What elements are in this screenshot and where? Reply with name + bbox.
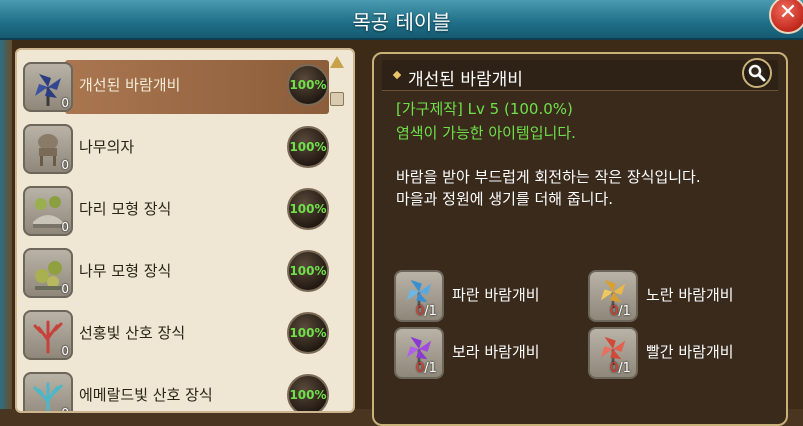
scrollbar-thumb[interactable] xyxy=(330,92,344,106)
craft-level: [가구제작] Lv 5 (100.0%) xyxy=(396,100,573,118)
emerald-coral-icon: 0 xyxy=(23,372,73,413)
variant-item[interactable]: 0/1 노란 바람개비 xyxy=(588,270,778,324)
pinwheel-icon: 0 xyxy=(23,62,73,112)
item-count: 0 xyxy=(61,220,69,234)
progress-badge: 100% xyxy=(287,188,329,230)
description-line: 바람을 받아 부드럽게 회전하는 작은 장식입니다. xyxy=(396,168,701,186)
progress-badge: 100% xyxy=(287,374,329,411)
required-count: /1 xyxy=(424,304,437,319)
item-name: 다리 모형 장식 xyxy=(79,200,172,218)
dye-notice: 염색이 가능한 아이템입니다. xyxy=(396,124,576,142)
item-count: 0 xyxy=(61,406,69,413)
list-item[interactable]: 0 선홍빛 산호 장식 100% xyxy=(23,306,329,362)
variant-name: 보라 바람개비 xyxy=(452,343,540,361)
item-detail-panel: 개선된 바람개비 [가구제작] Lv 5 (100.0%) 염색이 가능한 아이… xyxy=(372,52,788,426)
item-count: 0 xyxy=(61,282,69,296)
progress-badge: 100% xyxy=(287,126,329,168)
list-item[interactable]: 0 나무 모형 장식 100% xyxy=(23,244,329,300)
variant-item[interactable]: 0/1 파란 바람개비 xyxy=(394,270,584,324)
detail-header: 개선된 바람개비 xyxy=(382,58,778,91)
purple-pinwheel-icon: 0/1 xyxy=(394,327,444,379)
scroll-up-arrow-icon[interactable] xyxy=(330,56,344,68)
list-item[interactable]: 0 나무의자 100% xyxy=(23,120,329,176)
item-name: 나무 모형 장식 xyxy=(79,262,172,280)
variant-item[interactable]: 0/1 빨간 바람개비 xyxy=(588,327,778,381)
item-name: 에메랄드빛 산호 장식 xyxy=(79,386,213,404)
window-title-bar: 목공 테이블 xyxy=(0,0,803,40)
required-count: /1 xyxy=(424,361,437,376)
recipe-list[interactable]: 0 개선된 바람개비 100% 0 나무의자 100% 0 다리 모형 장식 1… xyxy=(15,48,355,413)
bridge-model-icon: 0 xyxy=(23,186,73,236)
close-button[interactable]: ✕ xyxy=(769,0,803,34)
variant-name: 빨간 바람개비 xyxy=(646,343,734,361)
variant-name: 노란 바람개비 xyxy=(646,286,734,304)
item-description: 바람을 받아 부드럽게 회전하는 작은 장식입니다. 마을과 정원에 생기를 더… xyxy=(396,166,701,210)
required-count: /1 xyxy=(618,361,631,376)
blue-pinwheel-icon: 0/1 xyxy=(394,270,444,322)
detail-title: 개선된 바람개비 xyxy=(408,70,523,90)
progress-badge: 100% xyxy=(287,250,329,292)
item-name: 나무의자 xyxy=(79,138,135,156)
item-name: 선홍빛 산호 장식 xyxy=(79,324,186,342)
chair-icon: 0 xyxy=(23,124,73,174)
progress-badge: 100% xyxy=(287,64,329,106)
magnifier-button[interactable] xyxy=(742,58,772,88)
window-left-edge xyxy=(0,40,12,409)
list-item[interactable]: 0 다리 모형 장식 100% xyxy=(23,182,329,238)
list-item[interactable]: 0 개선된 바람개비 100% xyxy=(23,58,329,114)
close-icon: ✕ xyxy=(778,0,798,25)
tree-model-icon: 0 xyxy=(23,248,73,298)
item-count: 0 xyxy=(61,96,69,110)
item-name: 개선된 바람개비 xyxy=(79,76,181,94)
progress-badge: 100% xyxy=(287,312,329,354)
diamond-bullet-icon xyxy=(392,70,402,80)
red-coral-icon: 0 xyxy=(23,310,73,360)
search-icon xyxy=(748,64,766,82)
list-item[interactable]: 0 에메랄드빛 산호 장식 100% xyxy=(23,368,329,413)
required-count: /1 xyxy=(618,304,631,319)
variant-name: 파란 바람개비 xyxy=(452,286,540,304)
yellow-pinwheel-icon: 0/1 xyxy=(588,270,638,322)
red-pinwheel-icon: 0/1 xyxy=(588,327,638,379)
item-count: 0 xyxy=(61,344,69,358)
description-line: 마을과 정원에 생기를 더해 줍니다. xyxy=(396,190,614,208)
item-count: 0 xyxy=(61,158,69,172)
variant-item[interactable]: 0/1 보라 바람개비 xyxy=(394,327,584,381)
window-title: 목공 테이블 xyxy=(352,10,451,34)
